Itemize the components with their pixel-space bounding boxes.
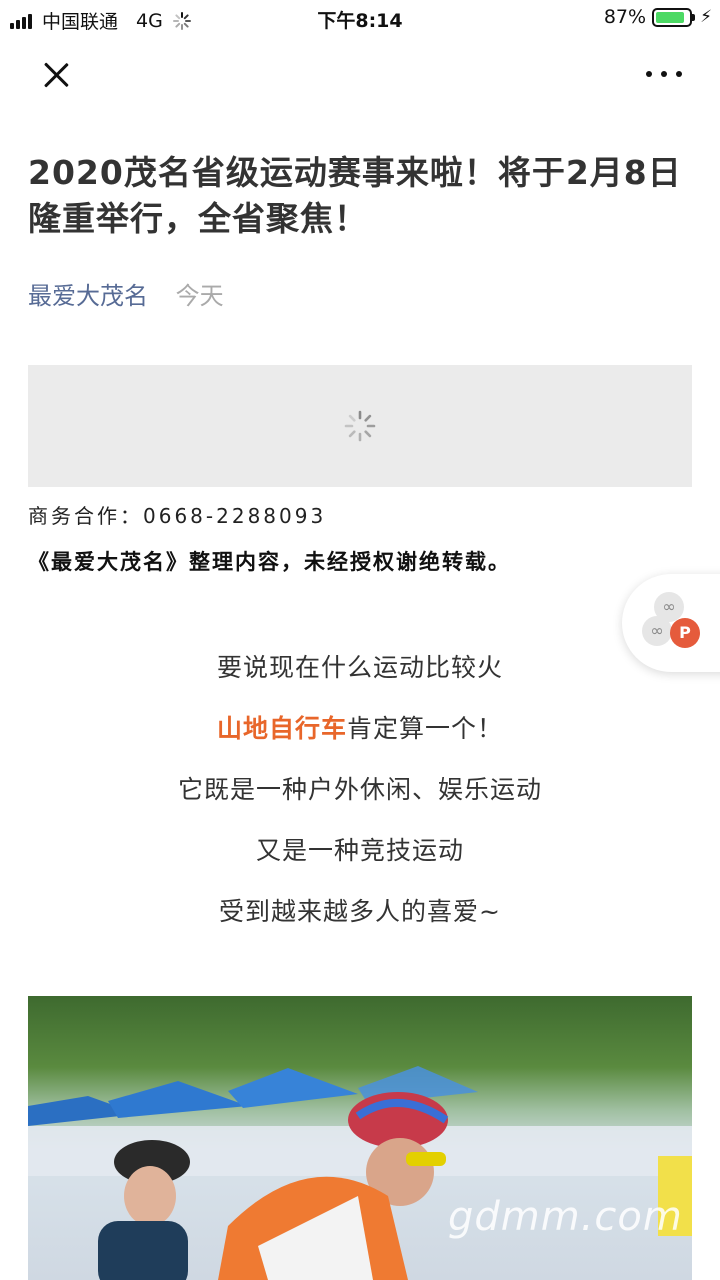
charging-icon: ⚡	[700, 7, 712, 27]
body-line-4: 又是一种竞技运动	[255, 836, 464, 865]
loading-spinner-icon	[344, 410, 376, 442]
author-link[interactable]: 最爱大茂名	[28, 282, 148, 310]
status-right: 87% ⚡	[604, 6, 712, 28]
article-page: 中国联通 4G 下午8:14 87% ⚡ 2020茂名省级运动赛事来啦！将于2月…	[0, 0, 720, 1280]
highlight-text: 山地自行车	[216, 714, 347, 743]
battery-icon	[652, 7, 696, 27]
body-line-1: 要说现在什么运动比较火	[216, 653, 503, 682]
loading-image	[28, 365, 692, 487]
article-meta: 最爱大茂名 今天	[28, 276, 224, 311]
p-badge[interactable]: P	[670, 618, 700, 648]
body-line-2-rest: 肯定算一个！	[347, 714, 504, 743]
battery-fill	[656, 11, 684, 23]
close-button[interactable]	[36, 56, 76, 96]
status-bar: 中国联通 4G 下午8:14 87% ⚡	[0, 0, 720, 36]
copyright-notice: 《最爱大茂名》整理内容，未经授权谢绝转载。	[28, 550, 511, 574]
business-contact: 商务合作：0668-2288093	[28, 504, 327, 528]
battery-percent: 87%	[603, 6, 647, 28]
article-photo[interactable]: gdmm.com	[28, 996, 692, 1280]
watermark-text: gdmm.com	[448, 1194, 683, 1240]
more-options-button[interactable]	[640, 60, 688, 88]
body-line-3: 它既是一种户外休闲、娱乐运动	[177, 775, 542, 804]
body-line-5: 受到越来越多人的喜爱~	[219, 897, 501, 926]
article-title: 2020茂名省级运动赛事来啦！将于2月8日隆重举行，全省聚焦！	[28, 153, 682, 238]
publish-date: 今天	[175, 282, 224, 310]
body-line-2: 山地自行车肯定算一个！	[0, 709, 720, 745]
link-icon-secondary[interactable]: ∞	[642, 616, 672, 646]
